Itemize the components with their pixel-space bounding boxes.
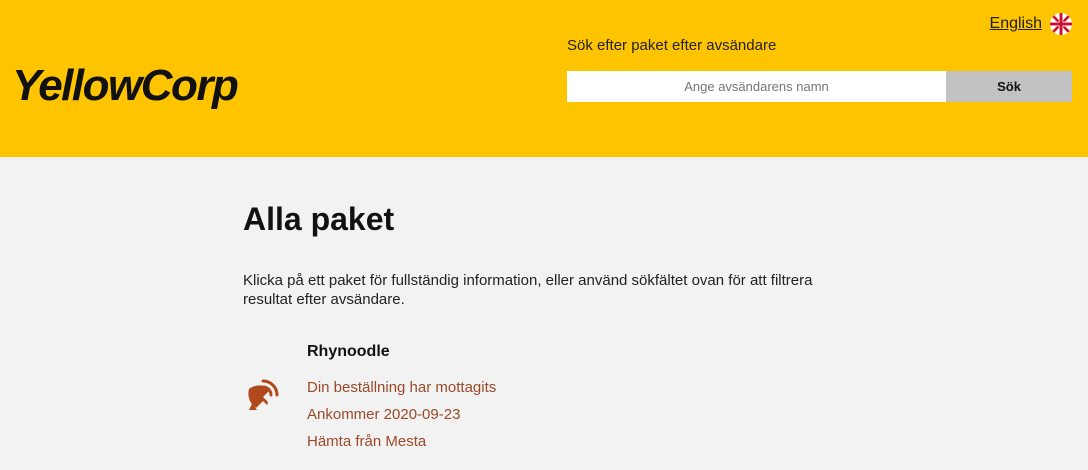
package-sender: Rhynoodle: [307, 343, 390, 360]
sender-search-input[interactable]: [567, 71, 946, 102]
search-label: Sök efter paket efter avsändare: [567, 37, 777, 54]
language-switcher: English: [990, 13, 1072, 35]
search-button[interactable]: Sök: [946, 71, 1072, 102]
package-pickup: Hämta från Mesta: [307, 433, 427, 450]
header: YellowCorp English Sök efter paket efter…: [0, 0, 1088, 157]
intro-text: Klicka på ett paket för fullständig info…: [243, 272, 813, 308]
language-link[interactable]: English: [990, 15, 1042, 33]
logo[interactable]: YellowCorp: [12, 56, 239, 116]
page-title: Alla paket: [243, 201, 395, 237]
uk-flag-icon[interactable]: [1050, 13, 1072, 35]
satellite-dish-icon: [248, 379, 279, 410]
search-bar: Sök: [567, 71, 1072, 102]
package-status: Din beställning har mottagits: [307, 379, 497, 396]
package-arrival: Ankommer 2020-09-23: [307, 406, 461, 423]
package-item[interactable]: Rhynoodle Din beställning har mottagits …: [243, 343, 643, 463]
